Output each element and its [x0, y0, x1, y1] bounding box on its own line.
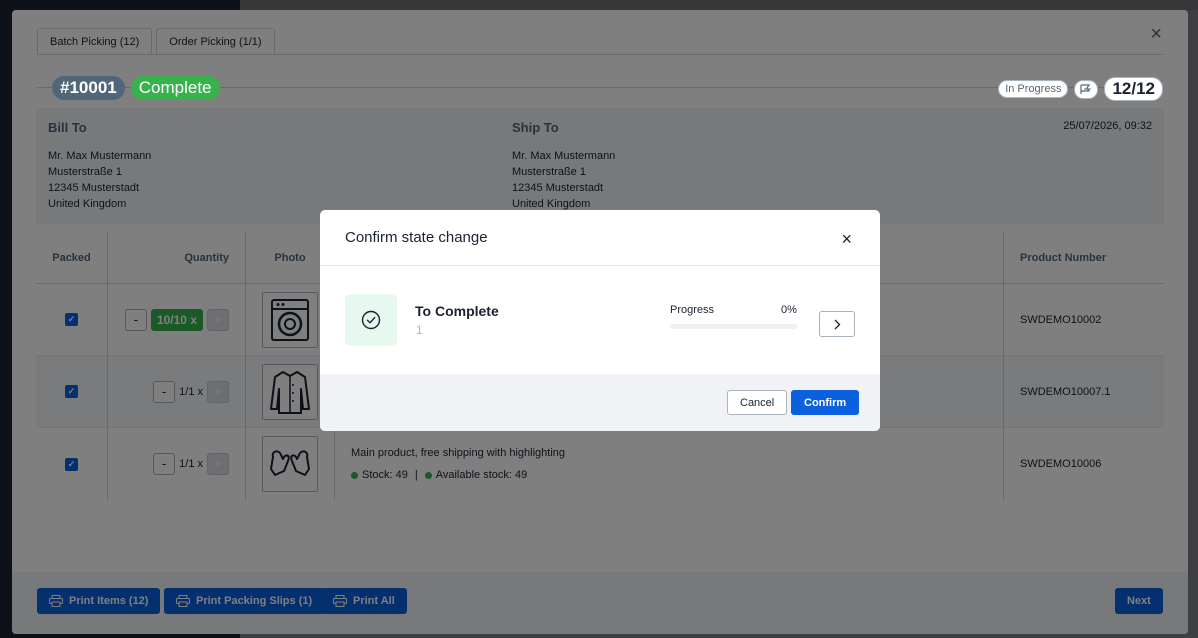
- close-icon[interactable]: ×: [841, 230, 852, 248]
- confirm-button[interactable]: Confirm: [791, 390, 860, 415]
- order-number-badge: #10001: [52, 76, 125, 100]
- dialog-body: To Complete 1 Progress 0%: [320, 266, 880, 374]
- chevron-right-icon[interactable]: [819, 311, 855, 337]
- dialog-footer: Cancel Confirm: [320, 374, 880, 431]
- target-state-count: 1: [416, 323, 423, 337]
- pick-counter: 12/12: [1104, 77, 1163, 101]
- flag-icon[interactable]: [1074, 79, 1099, 99]
- confirm-state-dialog: Confirm state change × To Complete 1 Pro…: [320, 210, 880, 431]
- target-state-name: To Complete: [415, 303, 499, 319]
- dialog-header: Confirm state change: [320, 210, 880, 266]
- check-circle-icon: [361, 310, 381, 330]
- order-state-badge[interactable]: Complete: [130, 76, 220, 100]
- progress-percent: 0%: [781, 304, 797, 316]
- status-badge: In Progress: [998, 80, 1069, 98]
- state-tile: [345, 294, 397, 346]
- order-header-right: In Progress 12/12: [998, 77, 1163, 101]
- dialog-title: Confirm state change: [345, 229, 488, 246]
- progress-label: Progress: [670, 304, 715, 316]
- order-header: #10001 Complete: [52, 76, 220, 100]
- progress-bar: [670, 324, 797, 329]
- cancel-button[interactable]: Cancel: [727, 390, 788, 415]
